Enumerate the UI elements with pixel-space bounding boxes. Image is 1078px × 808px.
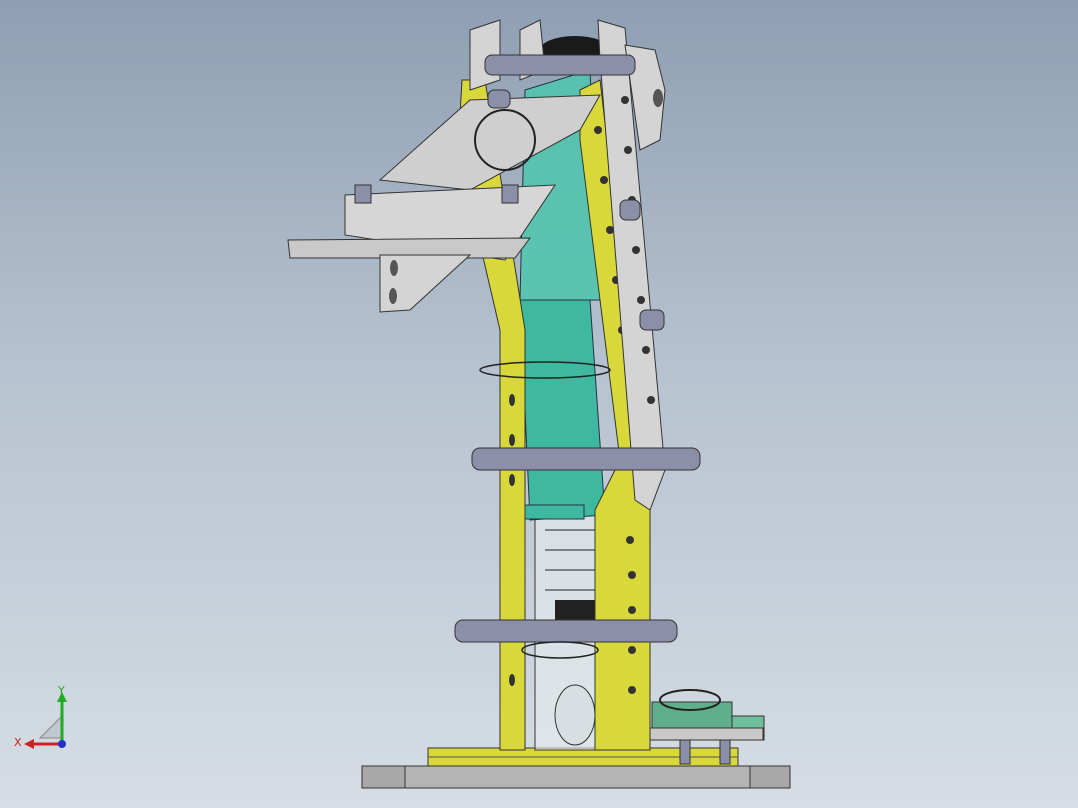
graphics-viewport[interactable]: Y X	[0, 0, 1078, 808]
triad-plane-icon	[38, 714, 63, 739]
z-axis-dot-icon	[58, 740, 66, 748]
axis-triad: Y X	[10, 684, 80, 756]
robot-arm-model[interactable]	[0, 0, 1078, 808]
y-axis-label: Y	[57, 686, 65, 697]
x-axis-label: X	[14, 736, 22, 749]
